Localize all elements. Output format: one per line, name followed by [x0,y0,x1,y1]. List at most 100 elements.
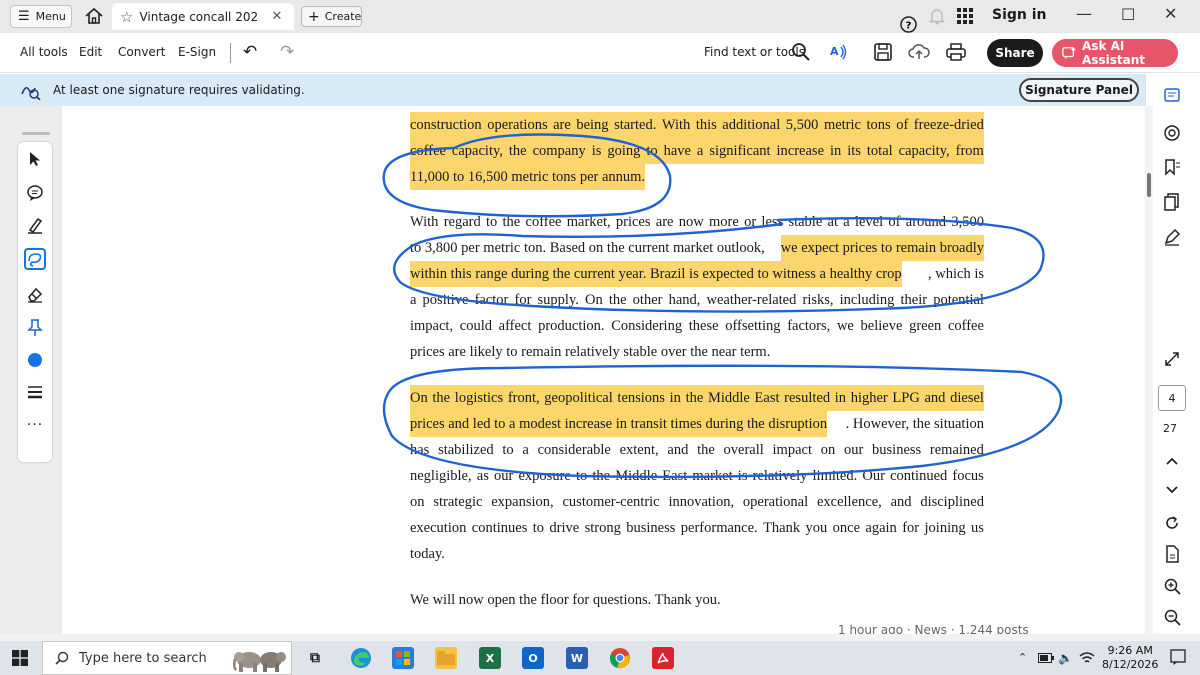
word: increase [776,143,825,159]
current-page-input[interactable]: 4 [1158,385,1186,411]
print-icon[interactable] [945,41,967,63]
word: regard [443,214,481,230]
zoom-in-icon[interactable] [1162,576,1182,596]
bookmark-icon[interactable] [1162,157,1182,177]
chrome-icon[interactable] [609,647,631,669]
word: capacity, [451,143,503,159]
text-to-speech-icon[interactable]: A [828,41,850,63]
volume-icon[interactable]: 🔈 [1058,651,1073,665]
ai-assistant-button[interactable]: Ask AI Assistant [1052,39,1178,67]
sign-in-link[interactable]: Sign in [992,7,1047,23]
word: you [805,520,828,536]
word: a [843,214,850,230]
word: production. [538,318,605,334]
cloud-upload-icon[interactable] [908,41,930,63]
clock-time: 9:26 AM [1107,644,1153,657]
next-page-icon[interactable] [1162,480,1182,500]
quick-tools-rail: ··· [18,142,52,462]
comments-panel-icon[interactable] [1162,86,1182,106]
color-picker-icon[interactable] [24,349,46,371]
star-icon[interactable]: ☆ [120,8,133,26]
system-clock[interactable]: 9:26 AM 8/12/2026 [1102,644,1158,672]
store-icon[interactable] [392,647,414,669]
windows-start-icon[interactable] [12,650,28,666]
word-icon[interactable]: W [566,647,588,669]
word: and [667,442,689,458]
highlight-tool-icon[interactable] [24,214,46,236]
fill-sign-icon[interactable] [1162,227,1182,247]
excel-icon[interactable]: X [479,647,501,669]
word: we [836,318,854,334]
signature-panel-button[interactable]: Signature Panel [1019,78,1139,102]
edge-icon[interactable] [350,647,372,669]
word: to [646,143,658,159]
eraser-tool-icon[interactable] [24,284,46,306]
stroke-width-icon[interactable] [24,381,46,403]
edit-menu[interactable]: Edit [79,45,102,59]
word: in [834,390,847,406]
close-tab-icon[interactable]: ✕ [271,9,282,24]
expand-icon[interactable] [1162,349,1182,369]
rotate-icon[interactable] [1162,513,1182,533]
word: affect [498,318,532,334]
word: now [678,214,704,230]
close-window-icon[interactable]: ✕ [1164,4,1177,23]
convert-menu[interactable]: Convert [118,45,165,59]
word: the [608,292,627,308]
minimize-icon[interactable]: — [1076,4,1092,23]
word: total [866,143,893,159]
tray-expand-icon[interactable]: ⌃ [1018,651,1027,664]
redo-icon[interactable]: ↷ [280,42,294,62]
word: to [485,214,498,230]
scrollbar-thumb[interactable] [1147,173,1151,197]
share-button[interactable]: Share [987,39,1043,67]
word: green [909,318,942,334]
pin-icon[interactable] [24,317,46,339]
word: factor [474,292,509,308]
zoom-out-icon[interactable] [1162,607,1182,627]
previous-page-icon[interactable] [1162,451,1182,471]
esign-menu[interactable]: E-Sign [178,45,216,59]
create-button[interactable]: + Create [301,6,362,27]
document-tab[interactable]: ☆ Vintage concall 2026 Au... ✕ [112,3,294,30]
maximize-icon[interactable]: ☐ [1121,5,1135,24]
apps-grid-icon[interactable] [957,8,973,24]
acrobat-icon[interactable] [652,647,674,669]
more-tools-icon[interactable]: ··· [24,414,46,436]
word: stabilized [438,442,494,458]
create-label: Create [324,10,362,23]
menu-button[interactable]: ☰ Menu [10,5,72,28]
word: overall [723,442,764,458]
fit-page-icon[interactable] [1162,544,1182,564]
taskbar-search-box[interactable]: Type here to search [42,641,292,675]
signature-warning-icon [21,86,41,100]
chat-icon[interactable] [1162,123,1182,143]
comment-tool-icon[interactable] [24,182,46,204]
search-icon[interactable] [790,41,812,63]
file-explorer-icon[interactable] [435,647,457,669]
wifi-icon[interactable] [1079,651,1095,665]
word: LPG [892,390,920,406]
save-icon[interactable] [872,41,894,63]
word: is [737,468,748,484]
undo-icon[interactable]: ↶ [243,42,257,62]
battery-icon[interactable] [1038,653,1054,663]
text-line: execution continues to drive strong business p… [410,515,984,541]
pages-icon[interactable] [1162,192,1182,212]
notification-center-icon[interactable] [1170,649,1186,666]
word: including [839,292,895,308]
select-tool-icon[interactable] [24,148,46,170]
outlook-icon[interactable]: O [522,647,544,669]
word: continued [890,468,948,484]
word: coffee [947,318,984,334]
bell-icon[interactable] [929,8,945,25]
document-view[interactable]: construction operations are being started. Wi… [62,106,1145,634]
all-tools-menu[interactable]: All tools [20,45,68,59]
task-view-icon[interactable]: ⧉ [304,647,326,669]
rail-grip[interactable] [22,132,50,135]
main-toolbar: All tools Edit Convert E-Sign ↶ ↷ Find t… [0,33,1200,73]
draw-tool-icon[interactable] [24,248,46,270]
text-line: With regard to the coffee market, prices are now… [410,209,984,235]
home-icon[interactable] [84,6,104,26]
word: the [432,390,451,406]
